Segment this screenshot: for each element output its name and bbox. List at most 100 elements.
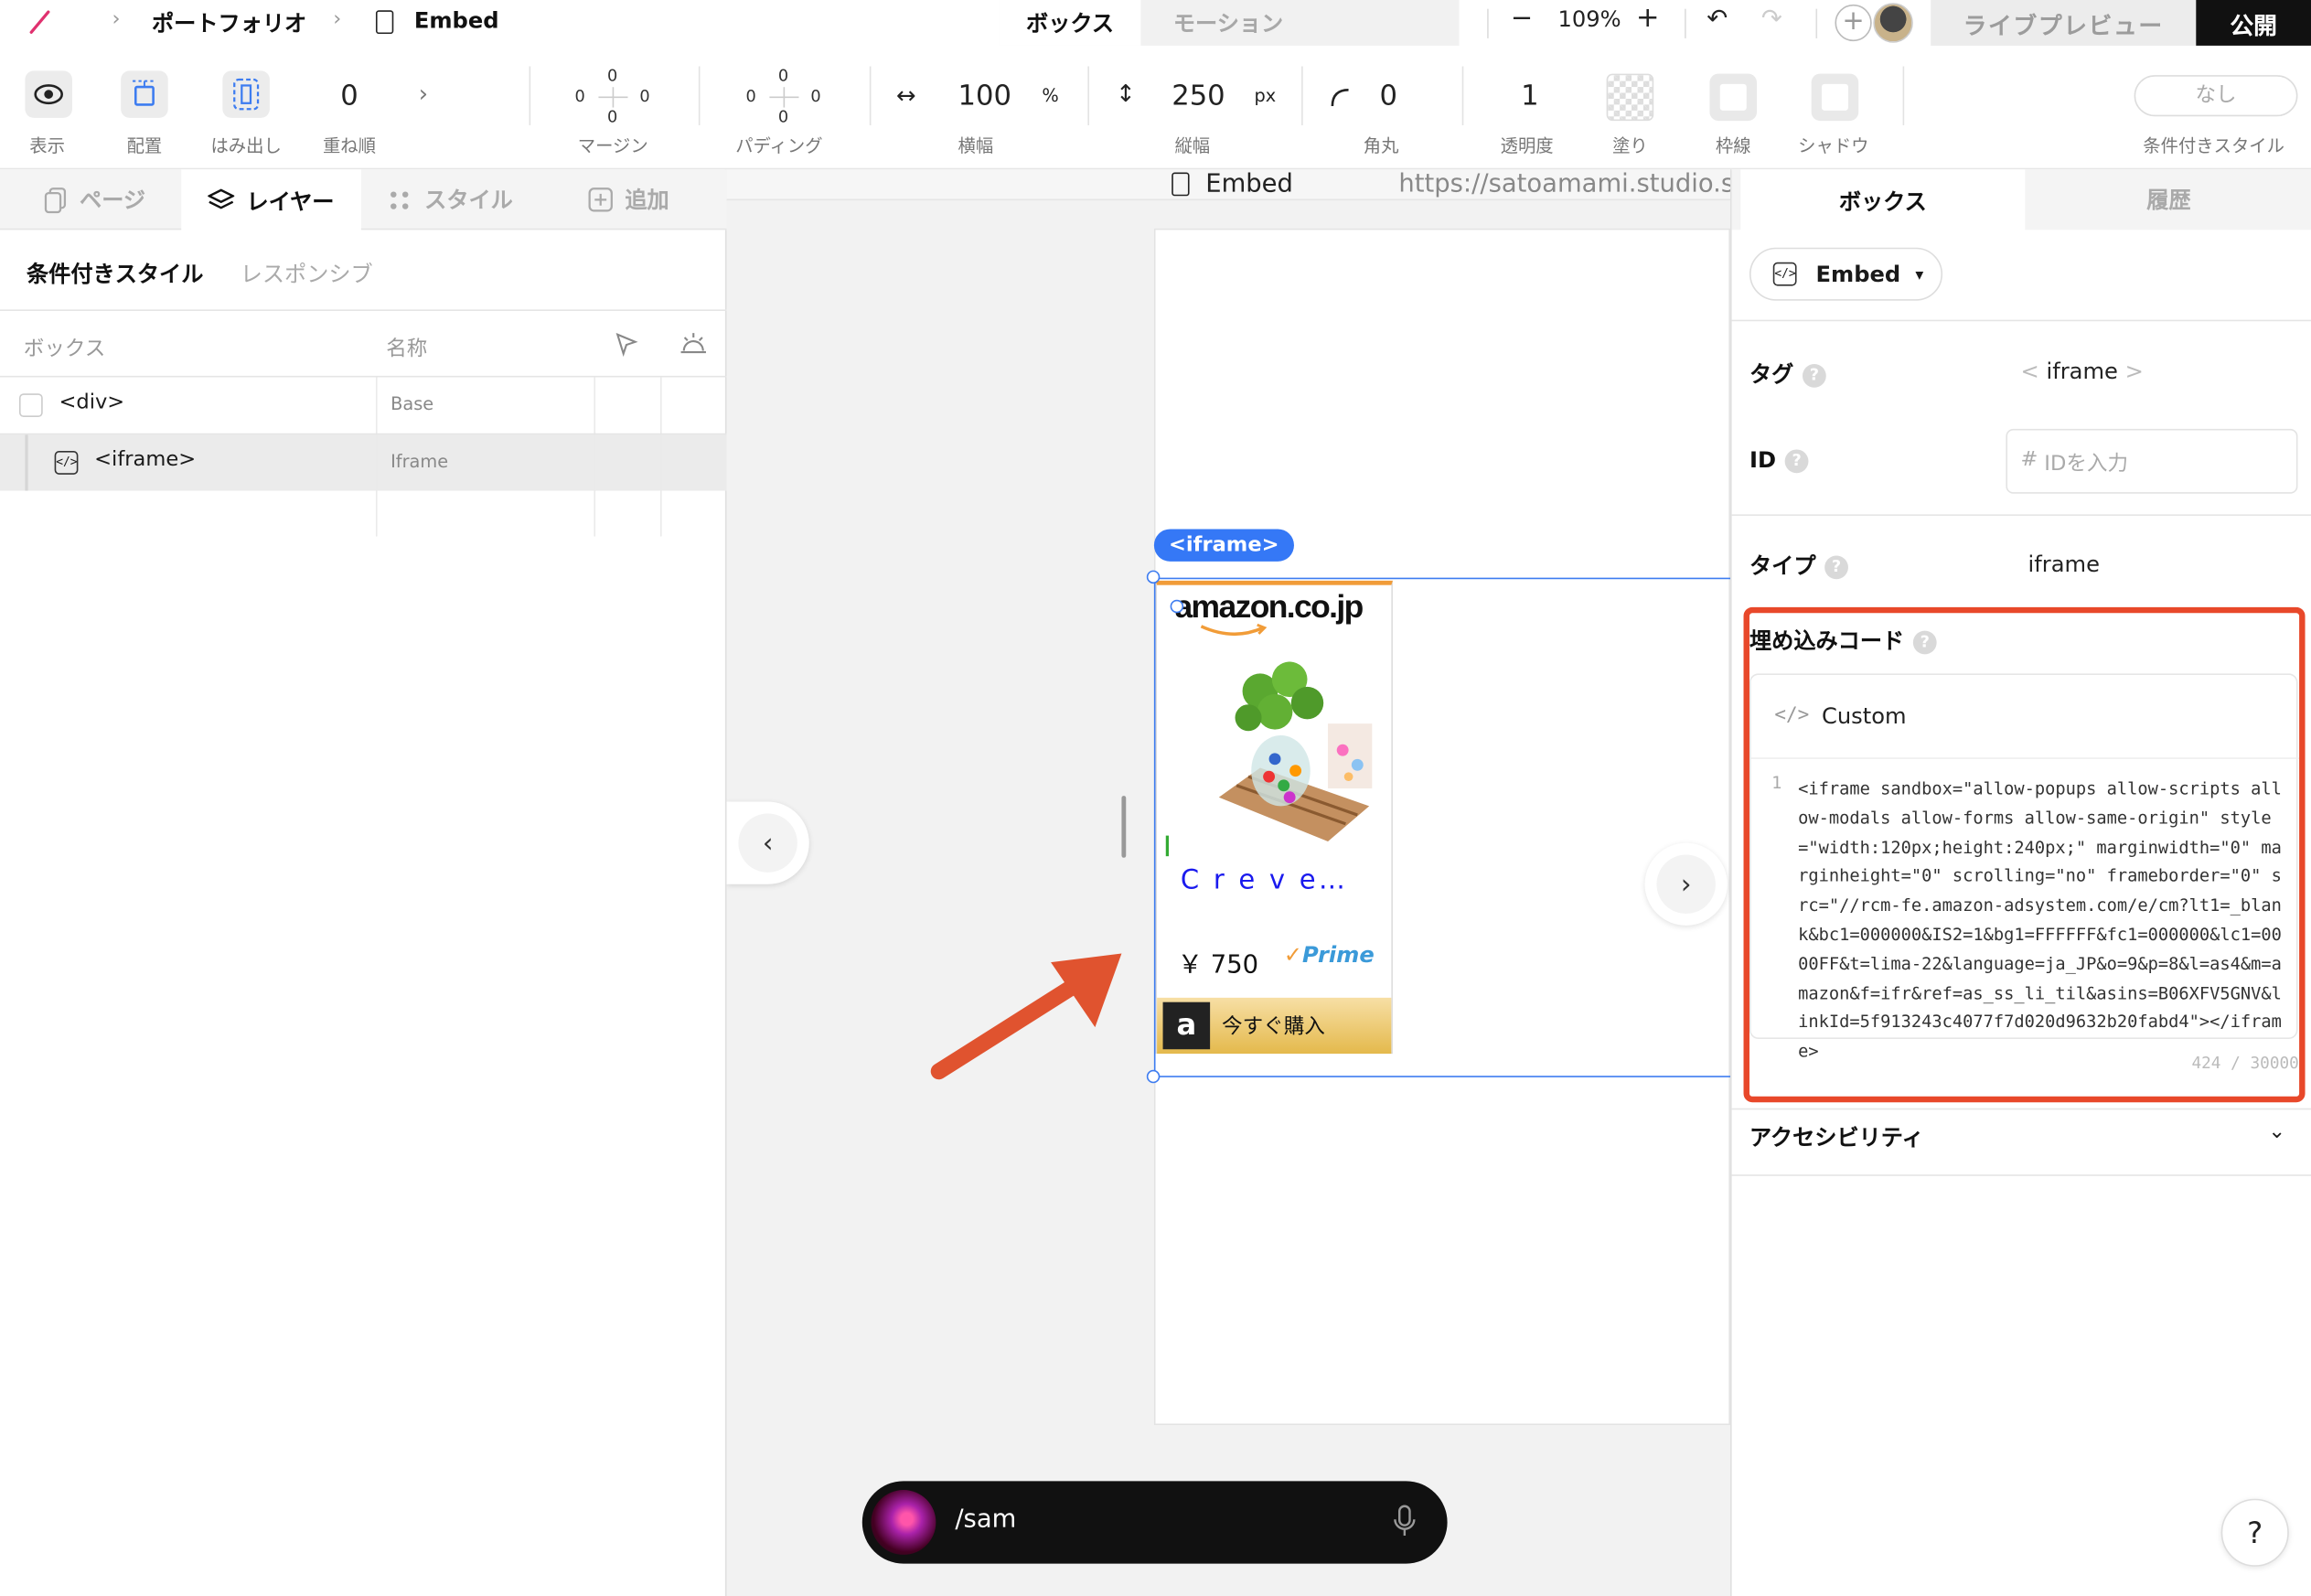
subtab-responsive[interactable]: レスポンシブ bbox=[241, 258, 373, 289]
style-toolbar: 表示 配置 はみ出し 0 重ね順 › 0 0 0 0 マージン 0 0 0 0 … bbox=[0, 45, 2311, 170]
display-toggle[interactable] bbox=[25, 70, 72, 118]
layer-checkbox[interactable] bbox=[18, 393, 43, 417]
subtab-conditional[interactable]: 条件付きスタイル bbox=[27, 258, 203, 289]
undo-icon[interactable]: ↶ bbox=[1707, 5, 1728, 34]
tag-value: iframe bbox=[2046, 358, 2118, 385]
resize-handle[interactable] bbox=[1146, 570, 1161, 584]
visibility-sun-icon[interactable] bbox=[679, 330, 708, 355]
microphone-icon[interactable] bbox=[1393, 1505, 1417, 1540]
canvas[interactable]: Embed https://satoamami.studio.si <ifram… bbox=[726, 169, 1731, 1596]
zindex-value[interactable]: 0 bbox=[340, 80, 358, 112]
divider bbox=[0, 309, 727, 311]
border-icon bbox=[1719, 83, 1747, 111]
width-value[interactable]: 100 bbox=[958, 80, 1011, 112]
layout-button[interactable] bbox=[121, 70, 168, 118]
tab-layers[interactable]: レイヤー bbox=[181, 169, 361, 231]
tab-styles[interactable]: スタイル bbox=[389, 169, 513, 230]
breadcrumb-project[interactable]: ポートフォリオ bbox=[152, 7, 306, 38]
fill-swatch[interactable] bbox=[1606, 73, 1654, 122]
layout-label: 配置 bbox=[126, 135, 163, 156]
resize-handle[interactable] bbox=[1146, 1069, 1161, 1084]
padding-right[interactable]: 0 bbox=[810, 87, 820, 106]
margin-top[interactable]: 0 bbox=[607, 67, 617, 86]
shadow-button[interactable] bbox=[1811, 73, 1859, 122]
padding-top[interactable]: 0 bbox=[778, 67, 788, 86]
conditional-style-select[interactable]: なし bbox=[2134, 75, 2298, 117]
cursor-toggle-icon[interactable] bbox=[615, 332, 639, 357]
accessibility-label[interactable]: アクセシビリティ bbox=[1749, 1121, 1924, 1152]
divider bbox=[1685, 8, 1686, 38]
column-divider bbox=[659, 377, 662, 537]
selection-outline bbox=[1153, 577, 1731, 1077]
top-bar: › ポートフォリオ › Embed ボックス モーション − 109% + ↶ … bbox=[0, 0, 2311, 46]
resize-bar[interactable] bbox=[1121, 796, 1127, 858]
padding-bottom[interactable]: 0 bbox=[778, 108, 788, 127]
zoom-level[interactable]: 109% bbox=[1557, 5, 1621, 32]
layer-row-div[interactable]: <div> Base bbox=[0, 377, 727, 433]
eye-icon bbox=[34, 84, 63, 105]
annotation-highlight-box bbox=[1743, 606, 2306, 1103]
layer-tag: <div> bbox=[59, 390, 125, 414]
zoom-in-icon[interactable]: + bbox=[1636, 2, 1660, 34]
divider bbox=[1087, 66, 1089, 125]
collapse-left-button[interactable]: ‹ bbox=[726, 801, 809, 884]
opacity-value[interactable]: 1 bbox=[1521, 80, 1538, 112]
tab-motion[interactable]: モーション bbox=[1140, 0, 1459, 46]
chevron-right-icon[interactable]: › bbox=[419, 80, 428, 108]
type-value[interactable]: iframe bbox=[2028, 552, 2100, 578]
help-icon[interactable]: ? bbox=[1784, 449, 1809, 474]
conditional-style-label: 条件付きスタイル bbox=[2143, 135, 2285, 156]
live-preview-button[interactable]: ライブプレビュー bbox=[1931, 0, 2197, 46]
embed-code-icon: </> bbox=[1772, 262, 1797, 286]
tab-box[interactable]: ボックス bbox=[999, 0, 1141, 46]
studio-logo-icon[interactable] bbox=[28, 9, 51, 35]
width-unit[interactable]: % bbox=[1042, 85, 1058, 106]
layer-row-iframe[interactable]: </> <iframe> Iframe bbox=[0, 434, 727, 491]
zoom-out-icon[interactable]: − bbox=[1511, 3, 1533, 34]
tab-history[interactable]: 履歴 bbox=[2025, 169, 2311, 230]
left-panel: ページ レイヤー スタイル 追加 条件付きスタイル レスポンシブ ボックス 名称 bbox=[0, 169, 727, 1596]
left-panel-tabs: ページ レイヤー スタイル 追加 bbox=[0, 169, 727, 231]
radius-value[interactable]: 0 bbox=[1379, 80, 1396, 112]
border-button[interactable] bbox=[1709, 73, 1758, 122]
ai-command-bar[interactable]: /sam bbox=[861, 1481, 1448, 1564]
column-name-header: 名称 bbox=[386, 337, 428, 361]
help-icon[interactable]: ? bbox=[1824, 555, 1848, 580]
selection-tag[interactable]: <iframe> bbox=[1153, 529, 1294, 562]
tag-select[interactable]: < iframe > bbox=[2021, 359, 2144, 385]
tab-layers-label: レイヤー bbox=[246, 187, 335, 215]
chevron-down-icon[interactable]: ⌄ bbox=[2268, 1120, 2285, 1144]
breadcrumb-page[interactable]: Embed bbox=[414, 7, 499, 34]
height-arrow-icon: ↕ bbox=[1115, 80, 1136, 108]
margin-right[interactable]: 0 bbox=[639, 87, 649, 106]
height-unit[interactable]: px bbox=[1254, 85, 1276, 106]
id-field[interactable]: # IDを入力 bbox=[2006, 428, 2298, 494]
border-label: 枠線 bbox=[1715, 135, 1751, 156]
help-icon[interactable]: ? bbox=[1803, 363, 1826, 388]
divider bbox=[1902, 66, 1905, 125]
overflow-icon bbox=[233, 78, 260, 111]
tab-pages-label: ページ bbox=[80, 187, 146, 214]
padding-left[interactable]: 0 bbox=[745, 87, 755, 106]
publish-button[interactable]: 公開 bbox=[2196, 0, 2311, 46]
divider bbox=[1301, 66, 1303, 125]
tab-add[interactable]: 追加 bbox=[588, 169, 669, 230]
redo-icon[interactable]: ↷ bbox=[1761, 5, 1782, 34]
help-button[interactable]: ? bbox=[2220, 1498, 2289, 1567]
component-select[interactable]: </> Embed ▾ bbox=[1749, 247, 1943, 301]
tab-pages[interactable]: ページ bbox=[44, 169, 145, 230]
collapse-right-button[interactable]: › bbox=[1644, 842, 1728, 926]
overflow-label: はみ出し bbox=[210, 135, 282, 156]
margin-left[interactable]: 0 bbox=[575, 87, 585, 106]
width-label: 横幅 bbox=[958, 135, 994, 156]
height-value[interactable]: 250 bbox=[1172, 80, 1225, 112]
margin-bottom[interactable]: 0 bbox=[607, 108, 617, 127]
overflow-button[interactable] bbox=[222, 70, 270, 118]
zindex-label: 重ね順 bbox=[322, 135, 376, 156]
invite-plus-icon[interactable]: + bbox=[1835, 4, 1872, 42]
mode-tabs: ボックス モーション bbox=[999, 0, 1460, 46]
avatar[interactable] bbox=[1873, 3, 1913, 43]
chevron-left-icon: ‹ bbox=[738, 813, 797, 873]
tab-box-properties[interactable]: ボックス bbox=[1740, 169, 2026, 231]
command-input-text[interactable]: /sam bbox=[955, 1505, 1016, 1534]
